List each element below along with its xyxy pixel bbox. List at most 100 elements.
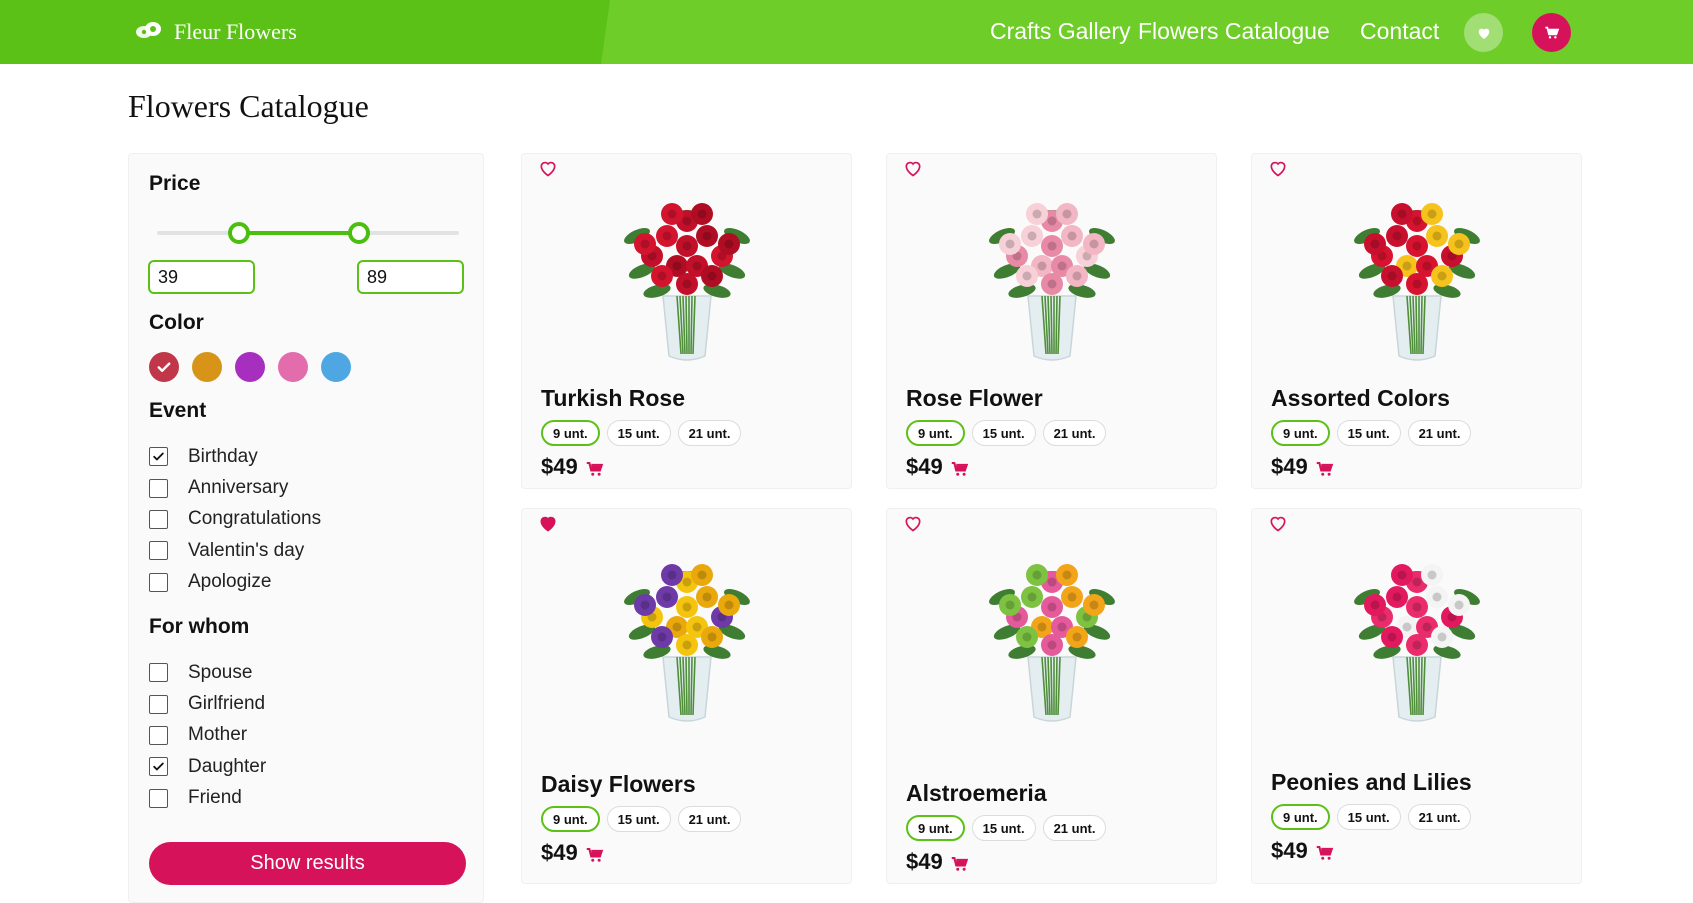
favorites-button[interactable] [1464,13,1503,52]
product-price: $49 [906,849,943,874]
event-heading: Event [149,399,207,422]
for-whom-checkbox[interactable] [149,663,168,683]
event-option[interactable]: Congratulations [149,504,321,535]
add-to-cart-icon[interactable] [951,460,969,478]
nav-flowers-catalogue[interactable]: Flowers Catalogue [1138,18,1330,45]
product-name: Assorted Colors [1271,385,1450,411]
for-whom-option[interactable]: Mother [149,720,266,751]
color-swatch-4[interactable] [278,352,308,382]
product-card[interactable]: Turkish Rose 9 unt. 15 unt. 21 unt. $49 [521,153,852,489]
favorite-heart-icon[interactable] [538,158,558,178]
product-name: Daisy Flowers [541,771,696,797]
quantity-option[interactable]: 15 unt. [606,806,671,832]
quantity-option[interactable]: 15 unt. [971,815,1036,841]
color-swatch-5[interactable] [321,352,351,382]
event-checkbox[interactable] [149,478,168,498]
for-whom-label: Friend [188,787,242,809]
event-option[interactable]: Birthday [149,441,321,472]
color-swatches [149,352,351,382]
price-min-handle[interactable] [227,222,250,244]
price-max-input[interactable] [357,260,464,294]
heart-icon [1478,28,1489,39]
quantity-option[interactable]: 9 unt. [1271,804,1330,830]
quantity-option[interactable]: 9 unt. [541,806,600,832]
color-swatch-2[interactable] [192,352,222,382]
product-image [1252,537,1581,727]
cart-button[interactable] [1532,13,1571,52]
product-name: Rose Flower [906,385,1043,411]
price-min-input[interactable] [148,260,255,294]
for-whom-label: Daughter [188,755,267,777]
for-whom-option[interactable]: Girlfriend [149,688,266,719]
brand-logo-link[interactable]: Fleur Flowers [134,14,297,50]
for-whom-option[interactable]: Spouse [149,657,266,688]
add-to-cart-icon[interactable] [1316,460,1334,478]
product-card[interactable]: Peonies and Lilies 9 unt. 15 unt. 21 unt. $4… [1251,508,1582,884]
add-to-cart-icon[interactable] [586,846,604,864]
quantity-option[interactable]: 21 unt. [1407,420,1472,446]
product-price: $49 [1271,838,1308,863]
show-results-button[interactable]: Show results [149,842,466,885]
nav-crafts-gallery[interactable]: Crafts Gallery [990,18,1131,45]
checkmark-icon [153,452,164,461]
favorite-heart-icon[interactable] [538,513,558,533]
quantity-option[interactable]: 15 unt. [1336,420,1401,446]
for-whom-checkbox[interactable] [149,725,168,745]
for-whom-heading: For whom [149,615,250,638]
for-whom-checkbox[interactable] [149,757,168,777]
product-image [887,176,1216,366]
checkmark-icon [157,362,171,372]
quantity-options: 9 unt. 15 unt. 21 unt. [541,806,742,832]
color-swatch-1[interactable] [149,352,179,382]
add-to-cart-icon[interactable] [1316,844,1334,862]
quantity-option[interactable]: 9 unt. [906,815,965,841]
product-image [887,537,1216,727]
price-row: $49 [906,849,969,875]
for-whom-checkbox[interactable] [149,788,168,808]
quantity-option[interactable]: 21 unt. [1042,815,1107,841]
quantity-option[interactable]: 9 unt. [541,420,600,446]
favorite-heart-icon[interactable] [1268,158,1288,178]
color-swatch-3[interactable] [235,352,265,382]
event-option[interactable]: Apologize [149,567,321,598]
quantity-option[interactable]: 15 unt. [606,420,671,446]
for-whom-label: Mother [188,724,248,746]
price-range-slider[interactable] [157,222,459,244]
event-option[interactable]: Valentin's day [149,535,321,566]
quantity-option[interactable]: 9 unt. [1271,420,1330,446]
favorite-heart-icon[interactable] [903,513,923,533]
product-name: Peonies and Lilies [1271,769,1472,795]
for-whom-option[interactable]: Friend [149,783,266,814]
for-whom-checkbox[interactable] [149,694,168,714]
nav-contact[interactable]: Contact [1360,18,1439,45]
quantity-option[interactable]: 15 unt. [1336,804,1401,830]
product-card[interactable]: Daisy Flowers 9 unt. 15 unt. 21 unt. $49 [521,508,852,884]
product-card[interactable]: Rose Flower 9 unt. 15 unt. 21 unt. $49 [886,153,1217,489]
for-whom-option[interactable]: Daughter [149,751,266,782]
quantity-option[interactable]: 21 unt. [677,806,742,832]
price-row: $49 [541,840,604,866]
event-option[interactable]: Anniversary [149,472,321,503]
product-card[interactable]: Alstroemeria 9 unt. 15 unt. 21 unt. $49 [886,508,1217,884]
quantity-option[interactable]: 9 unt. [906,420,965,446]
favorite-heart-icon[interactable] [1268,513,1288,533]
checkmark-icon [153,762,164,771]
add-to-cart-icon[interactable] [586,460,604,478]
favorite-heart-icon[interactable] [903,158,923,178]
brand-name: Fleur Flowers [174,19,297,44]
quantity-options: 9 unt. 15 unt. 21 unt. [1271,804,1472,830]
quantity-option[interactable]: 21 unt. [1407,804,1472,830]
product-card[interactable]: Assorted Colors 9 unt. 15 unt. 21 unt. $49 [1251,153,1582,489]
quantity-option[interactable]: 21 unt. [677,420,742,446]
quantity-option[interactable]: 21 unt. [1042,420,1107,446]
event-checkbox[interactable] [149,541,168,561]
add-to-cart-icon[interactable] [951,855,969,873]
event-checkbox[interactable] [149,447,168,467]
event-checkbox[interactable] [149,509,168,529]
for-whom-label: Spouse [188,661,253,683]
price-heading: Price [149,172,201,195]
quantity-option[interactable]: 15 unt. [971,420,1036,446]
event-checkbox[interactable] [149,572,168,592]
product-image [1252,176,1581,366]
price-max-handle[interactable] [348,222,371,244]
